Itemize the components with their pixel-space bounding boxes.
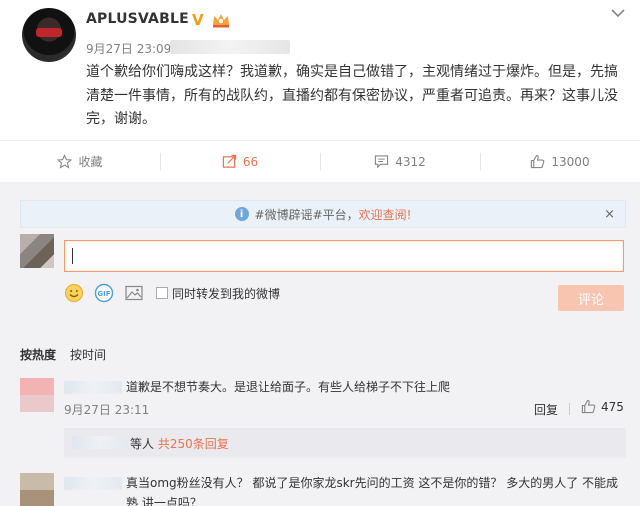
post-text: 道个歉给你们嗨成这样？我道歉，确实是自己做错了，主观情绪过于爆炸。但是，先搞清楚… — [86, 64, 618, 127]
comment-text: 道歉是不想节奏大。是退让给面子。有些人给梯子不下往上爬 — [126, 380, 451, 394]
comment-sort-tabs: 按热度 按时间 — [20, 346, 106, 363]
post-time[interactable]: 9月27日 23:09 — [86, 40, 171, 57]
comment-count: 4312 — [395, 154, 426, 169]
divider — [569, 403, 570, 415]
comments-section: i #微博辟谣#平台， 欢迎查阅! × GIF 同时转发到我的微博 评论 按热度… — [0, 182, 640, 506]
verified-v-icon: V — [192, 11, 204, 29]
favorite-button[interactable]: 收藏 — [0, 141, 160, 182]
repost-icon — [222, 154, 237, 168]
subreply-names-blurred — [72, 436, 128, 449]
post-source-blurred — [170, 40, 290, 54]
comment-input[interactable] — [64, 240, 624, 272]
subreply-summary: 等人 共250条回复 — [130, 435, 229, 452]
comment-icon — [375, 155, 389, 169]
gif-icon[interactable]: GIF — [94, 283, 114, 303]
notice-text: #微博辟谣#平台， — [254, 207, 359, 222]
reply-button[interactable]: 回复 — [534, 401, 558, 418]
repost-button[interactable]: 66 — [160, 141, 320, 182]
comment-text: 真当omg粉丝没有人？ 都说了是你家龙skr先问的工资 这不是你的错？ 多大的男… — [126, 476, 619, 506]
checkbox-label: 同时转发到我的微博 — [172, 286, 281, 301]
commenter-name-blurred[interactable] — [64, 477, 122, 490]
favorite-label: 收藏 — [78, 155, 103, 169]
weibo-post: APLUSVABLE V 9月27日 23:09 道个歉给你们嗨成这样？我道歉，… — [0, 0, 640, 140]
current-user-avatar — [20, 234, 54, 268]
thumbs-up-icon — [531, 154, 545, 169]
sort-by-hot[interactable]: 按热度 — [20, 346, 56, 363]
notice-link[interactable]: 欢迎查阅! — [359, 206, 412, 223]
commenter-avatar[interactable] — [20, 378, 54, 412]
close-icon[interactable]: × — [604, 207, 615, 222]
post-action-bar: 收藏 66 4312 13000 — [0, 140, 640, 182]
crown-badge-icon — [213, 14, 229, 28]
comment-tools: GIF 同时转发到我的微博 — [64, 283, 280, 303]
repost-count: 66 — [242, 154, 259, 169]
view-all-replies-link[interactable]: 共250条回复 — [158, 437, 229, 451]
info-icon: i — [234, 207, 249, 221]
author-avatar[interactable] — [22, 8, 76, 62]
like-button[interactable]: 13000 — [480, 141, 640, 182]
comment-like-button[interactable]: 475 — [581, 399, 624, 414]
svg-text:GIF: GIF — [97, 290, 110, 298]
rumor-notice-banner: i #微博辟谣#平台， 欢迎查阅! × — [20, 200, 626, 228]
repost-checkbox[interactable]: 同时转发到我的微博 — [156, 285, 280, 302]
sub-replies-box: 等人 共250条回复 — [64, 428, 626, 458]
star-icon — [57, 154, 73, 169]
sort-by-time[interactable]: 按时间 — [70, 346, 106, 363]
subreply-prefix: 等人 — [130, 437, 155, 451]
text-caret — [72, 248, 73, 264]
checkbox-box[interactable] — [156, 287, 168, 299]
image-icon[interactable] — [124, 283, 144, 303]
chevron-down-icon[interactable] — [610, 6, 626, 20]
like-count: 13000 — [551, 154, 590, 169]
comment-like-count: 475 — [601, 399, 624, 414]
commenter-name-blurred[interactable] — [64, 381, 122, 394]
emoji-icon[interactable] — [64, 283, 84, 303]
submit-comment-button[interactable]: 评论 — [558, 285, 624, 311]
author-name[interactable]: APLUSVABLE — [86, 11, 189, 27]
avatar-visor — [36, 28, 62, 37]
comment-time: 9月27日 23:11 — [64, 403, 150, 417]
comment-button[interactable]: 4312 — [320, 141, 480, 182]
thumbs-up-icon — [581, 399, 596, 414]
commenter-avatar[interactable] — [20, 473, 54, 506]
